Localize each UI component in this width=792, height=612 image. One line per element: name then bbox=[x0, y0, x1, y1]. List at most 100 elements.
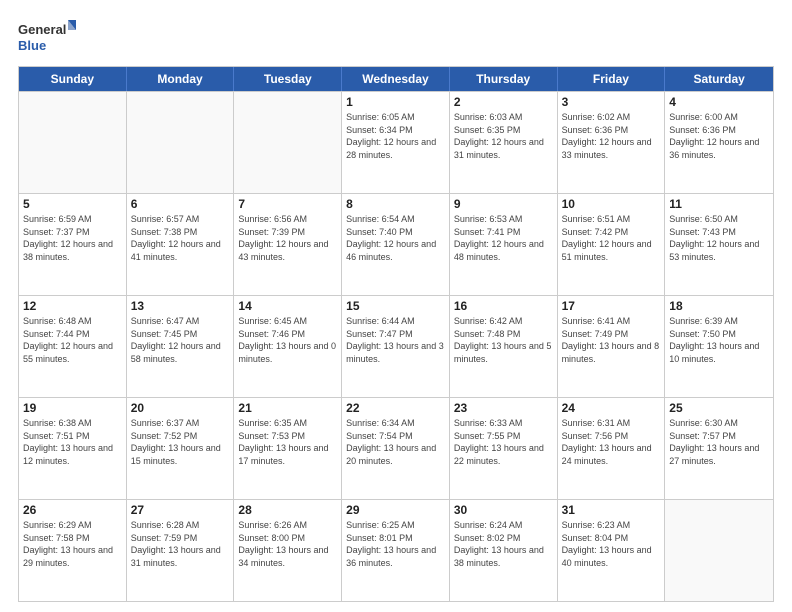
day-number: 15 bbox=[346, 299, 445, 313]
day-number: 7 bbox=[238, 197, 337, 211]
day-info: Sunrise: 6:35 AM Sunset: 7:53 PM Dayligh… bbox=[238, 417, 337, 467]
day-number: 31 bbox=[562, 503, 661, 517]
day-cell: 22Sunrise: 6:34 AM Sunset: 7:54 PM Dayli… bbox=[342, 398, 450, 499]
day-cell: 6 Sunrise: 6:57 AM Sunset: 7:38 PM Daylig… bbox=[127, 194, 235, 295]
day-number: 6 bbox=[131, 197, 230, 211]
day-info: Sunrise: 6:51 AM Sunset: 7:42 PM Dayligh… bbox=[562, 213, 661, 263]
day-cell: 19 Sunrise: 6:38 AM Sunset: 7:51 PM Dayli… bbox=[19, 398, 127, 499]
logo: General Blue bbox=[18, 18, 78, 56]
day-cell bbox=[665, 500, 773, 601]
weekday-header-tuesday: Tuesday bbox=[234, 67, 342, 91]
header: General Blue bbox=[18, 18, 774, 56]
week-row-2: 5Sunrise: 6:59 AM Sunset: 7:37 PM Daylig… bbox=[19, 193, 773, 295]
day-info: Sunrise: 6:34 AM Sunset: 7:54 PM Dayligh… bbox=[346, 417, 445, 467]
calendar-body: 1Sunrise: 6:05 AM Sunset: 6:34 PM Daylig… bbox=[19, 91, 773, 601]
week-row-1: 1Sunrise: 6:05 AM Sunset: 6:34 PM Daylig… bbox=[19, 91, 773, 193]
day-info: Sunrise: 6:45 AM Sunset: 7:46 PM Dayligh… bbox=[238, 315, 337, 365]
day-info: Sunrise: 6:54 AM Sunset: 7:40 PM Dayligh… bbox=[346, 213, 445, 263]
day-cell: 13 Sunrise: 6:47 AM Sunset: 7:45 PM Dayli… bbox=[127, 296, 235, 397]
day-number: 16 bbox=[454, 299, 553, 313]
day-info: Sunrise: 6:57 AM Sunset: 7:38 PM Dayligh… bbox=[131, 213, 230, 263]
day-number: 8 bbox=[346, 197, 445, 211]
day-number: 4 bbox=[669, 95, 769, 109]
weekday-header-friday: Friday bbox=[558, 67, 666, 91]
day-info: Sunrise: 6:42 AM Sunset: 7:48 PM Dayligh… bbox=[454, 315, 553, 365]
day-info: Sunrise: 6:23 AM Sunset: 8:04 PM Dayligh… bbox=[562, 519, 661, 569]
day-number: 25 bbox=[669, 401, 769, 415]
day-number: 12 bbox=[23, 299, 122, 313]
day-info: Sunrise: 6:05 AM Sunset: 6:34 PM Dayligh… bbox=[346, 111, 445, 161]
day-number: 21 bbox=[238, 401, 337, 415]
weekday-header-saturday: Saturday bbox=[665, 67, 773, 91]
day-cell: 9 Sunrise: 6:53 AM Sunset: 7:41 PM Daylig… bbox=[450, 194, 558, 295]
day-info: Sunrise: 6:44 AM Sunset: 7:47 PM Dayligh… bbox=[346, 315, 445, 365]
day-cell: 8 Sunrise: 6:54 AM Sunset: 7:40 PM Daylig… bbox=[342, 194, 450, 295]
day-cell: 5Sunrise: 6:59 AM Sunset: 7:37 PM Daylig… bbox=[19, 194, 127, 295]
day-info: Sunrise: 6:37 AM Sunset: 7:52 PM Dayligh… bbox=[131, 417, 230, 467]
svg-text:Blue: Blue bbox=[18, 38, 46, 53]
day-number: 10 bbox=[562, 197, 661, 211]
day-number: 20 bbox=[131, 401, 230, 415]
week-row-3: 12Sunrise: 6:48 AM Sunset: 7:44 PM Dayli… bbox=[19, 295, 773, 397]
day-number: 14 bbox=[238, 299, 337, 313]
day-number: 5 bbox=[23, 197, 122, 211]
day-cell: 2 Sunrise: 6:03 AM Sunset: 6:35 PM Daylig… bbox=[450, 92, 558, 193]
day-number: 23 bbox=[454, 401, 553, 415]
page: General Blue SundayMondayTuesdayWednesda… bbox=[0, 0, 792, 612]
day-cell: 16 Sunrise: 6:42 AM Sunset: 7:48 PM Dayli… bbox=[450, 296, 558, 397]
day-cell: 18Sunrise: 6:39 AM Sunset: 7:50 PM Dayli… bbox=[665, 296, 773, 397]
day-number: 28 bbox=[238, 503, 337, 517]
day-cell: 28Sunrise: 6:26 AM Sunset: 8:00 PM Dayli… bbox=[234, 500, 342, 601]
day-cell: 20 Sunrise: 6:37 AM Sunset: 7:52 PM Dayli… bbox=[127, 398, 235, 499]
weekday-header-wednesday: Wednesday bbox=[342, 67, 450, 91]
day-number: 18 bbox=[669, 299, 769, 313]
day-number: 17 bbox=[562, 299, 661, 313]
day-info: Sunrise: 6:56 AM Sunset: 7:39 PM Dayligh… bbox=[238, 213, 337, 263]
day-info: Sunrise: 6:03 AM Sunset: 6:35 PM Dayligh… bbox=[454, 111, 553, 161]
day-info: Sunrise: 6:00 AM Sunset: 6:36 PM Dayligh… bbox=[669, 111, 769, 161]
svg-text:General: General bbox=[18, 22, 66, 37]
day-cell: 12Sunrise: 6:48 AM Sunset: 7:44 PM Dayli… bbox=[19, 296, 127, 397]
day-info: Sunrise: 6:25 AM Sunset: 8:01 PM Dayligh… bbox=[346, 519, 445, 569]
day-number: 2 bbox=[454, 95, 553, 109]
day-info: Sunrise: 6:29 AM Sunset: 7:58 PM Dayligh… bbox=[23, 519, 122, 569]
weekday-headers: SundayMondayTuesdayWednesdayThursdayFrid… bbox=[19, 67, 773, 91]
day-cell: 1Sunrise: 6:05 AM Sunset: 6:34 PM Daylig… bbox=[342, 92, 450, 193]
weekday-header-sunday: Sunday bbox=[19, 67, 127, 91]
day-number: 13 bbox=[131, 299, 230, 313]
day-cell: 17 Sunrise: 6:41 AM Sunset: 7:49 PM Dayli… bbox=[558, 296, 666, 397]
day-info: Sunrise: 6:28 AM Sunset: 7:59 PM Dayligh… bbox=[131, 519, 230, 569]
day-info: Sunrise: 6:31 AM Sunset: 7:56 PM Dayligh… bbox=[562, 417, 661, 467]
day-cell: 7 Sunrise: 6:56 AM Sunset: 7:39 PM Daylig… bbox=[234, 194, 342, 295]
day-cell: 11Sunrise: 6:50 AM Sunset: 7:43 PM Dayli… bbox=[665, 194, 773, 295]
day-info: Sunrise: 6:30 AM Sunset: 7:57 PM Dayligh… bbox=[669, 417, 769, 467]
day-info: Sunrise: 6:24 AM Sunset: 8:02 PM Dayligh… bbox=[454, 519, 553, 569]
day-number: 30 bbox=[454, 503, 553, 517]
day-number: 29 bbox=[346, 503, 445, 517]
calendar: SundayMondayTuesdayWednesdayThursdayFrid… bbox=[18, 66, 774, 602]
day-cell bbox=[19, 92, 127, 193]
day-info: Sunrise: 6:38 AM Sunset: 7:51 PM Dayligh… bbox=[23, 417, 122, 467]
logo-svg: General Blue bbox=[18, 18, 78, 56]
day-number: 9 bbox=[454, 197, 553, 211]
day-cell bbox=[234, 92, 342, 193]
day-number: 19 bbox=[23, 401, 122, 415]
weekday-header-monday: Monday bbox=[127, 67, 235, 91]
day-cell: 10 Sunrise: 6:51 AM Sunset: 7:42 PM Dayli… bbox=[558, 194, 666, 295]
week-row-4: 19 Sunrise: 6:38 AM Sunset: 7:51 PM Dayli… bbox=[19, 397, 773, 499]
day-info: Sunrise: 6:41 AM Sunset: 7:49 PM Dayligh… bbox=[562, 315, 661, 365]
day-info: Sunrise: 6:50 AM Sunset: 7:43 PM Dayligh… bbox=[669, 213, 769, 263]
day-number: 26 bbox=[23, 503, 122, 517]
day-cell: 30 Sunrise: 6:24 AM Sunset: 8:02 PM Dayli… bbox=[450, 500, 558, 601]
day-info: Sunrise: 6:33 AM Sunset: 7:55 PM Dayligh… bbox=[454, 417, 553, 467]
day-cell: 25 Sunrise: 6:30 AM Sunset: 7:57 PM Dayli… bbox=[665, 398, 773, 499]
day-cell: 21 Sunrise: 6:35 AM Sunset: 7:53 PM Dayli… bbox=[234, 398, 342, 499]
day-cell: 26 Sunrise: 6:29 AM Sunset: 7:58 PM Dayli… bbox=[19, 500, 127, 601]
day-cell: 23 Sunrise: 6:33 AM Sunset: 7:55 PM Dayli… bbox=[450, 398, 558, 499]
day-info: Sunrise: 6:47 AM Sunset: 7:45 PM Dayligh… bbox=[131, 315, 230, 365]
day-info: Sunrise: 6:53 AM Sunset: 7:41 PM Dayligh… bbox=[454, 213, 553, 263]
day-cell: 4 Sunrise: 6:00 AM Sunset: 6:36 PM Daylig… bbox=[665, 92, 773, 193]
day-cell: 31 Sunrise: 6:23 AM Sunset: 8:04 PM Dayli… bbox=[558, 500, 666, 601]
day-cell: 3Sunrise: 6:02 AM Sunset: 6:36 PM Daylig… bbox=[558, 92, 666, 193]
day-cell: 14 Sunrise: 6:45 AM Sunset: 7:46 PM Dayli… bbox=[234, 296, 342, 397]
